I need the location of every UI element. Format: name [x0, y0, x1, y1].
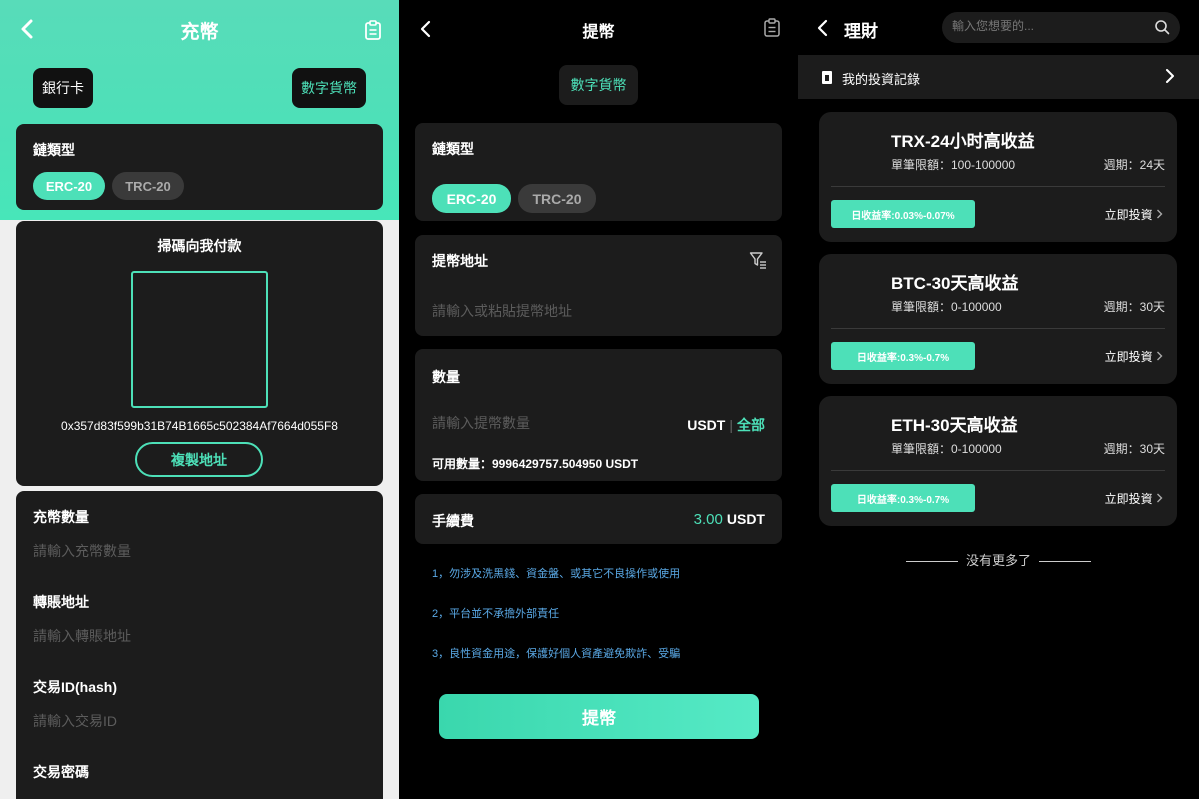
- fee-value: 3.00: [693, 511, 723, 528]
- fee-unit: USDT: [726, 511, 765, 527]
- chevron-right-icon: [1165, 69, 1175, 88]
- chain-option-trc20[interactable]: TRC-20: [112, 172, 184, 200]
- tab-bank-card[interactable]: 銀行卡: [33, 68, 93, 108]
- product-period: 週期：30天: [1103, 300, 1165, 314]
- search-bar: [942, 12, 1180, 43]
- product-card: ETH-30天高收益 單筆限額：0-100000 週期：30天 日收益率:0.3…: [819, 396, 1177, 526]
- tx-hash-input[interactable]: [33, 713, 363, 729]
- product-name: ETH-30天高收益: [891, 416, 1018, 435]
- chevron-right-icon: [1157, 493, 1163, 503]
- product-rate-badge: 日收益率:0.3%-0.7%: [831, 342, 975, 370]
- withdraw-address-input[interactable]: [432, 303, 762, 319]
- product-name: TRX-24小时高收益: [891, 132, 1035, 151]
- investment-records-row[interactable]: 我的投資記錄: [798, 55, 1199, 99]
- clipboard-icon[interactable]: [763, 18, 785, 40]
- invest-now-label: 立即投資: [1104, 208, 1153, 222]
- tx-hash-label: 交易ID(hash): [33, 679, 117, 695]
- product-rate-badge: 日收益率:0.3%-0.7%: [831, 484, 975, 512]
- notice-1: 1，勿涉及洗黑錢、資金盤、或其它不良操作或使用: [432, 568, 681, 580]
- qr-card: 掃碼向我付款 0x357d83f599b31B74B1665c502384Af7…: [16, 221, 383, 486]
- product-period: 週期：30天: [1103, 442, 1165, 456]
- chain-option-erc20[interactable]: ERC-20: [33, 172, 105, 200]
- deposit-screen: 充幣 銀行卡 數字貨幣 鏈類型 ERC-20 TRC-20 掃碼向我付款 0x3…: [0, 0, 399, 799]
- fee-value-group: 3.00 USDT: [694, 511, 765, 528]
- copy-address-button[interactable]: 複製地址: [135, 442, 263, 477]
- divider: [1039, 561, 1091, 563]
- fee-card: 手續費 3.00 USDT: [415, 494, 782, 544]
- withdraw-amount-input[interactable]: [432, 415, 662, 431]
- amount-unit: USDT: [687, 417, 726, 433]
- divider: [831, 328, 1165, 329]
- notice-3: 3，良性資金用途，保護好個人資產避免欺詐、受騙: [432, 648, 681, 660]
- investment-records-label: 我的投資記錄: [842, 72, 921, 87]
- product-limit: 單筆限額：100-100000: [891, 158, 1016, 172]
- back-arrow-icon[interactable]: [814, 17, 834, 39]
- search-input[interactable]: [952, 19, 1142, 33]
- amount-unit-group: USDT | 全部: [687, 415, 765, 435]
- withdraw-screen: 提幣 數字貨幣 鏈類型 ERC-20 TRC-20 提幣地址 數量 USDT|全…: [399, 0, 798, 799]
- product-limit: 單筆限額：0-100000: [891, 442, 1002, 456]
- qr-code: [131, 271, 268, 408]
- product-period: 週期：24天: [1103, 158, 1165, 172]
- chain-type-label: 鏈類型: [33, 142, 75, 158]
- product-card: BTC-30天高收益 單筆限額：0-100000 週期：30天 日收益率:0.3…: [819, 254, 1177, 384]
- document-icon: [822, 71, 832, 84]
- deposit-form: 充幣數量 轉賬地址 交易ID(hash) 交易密碼: [16, 491, 383, 799]
- divider: [831, 186, 1165, 187]
- invest-now-button[interactable]: 立即投資: [1105, 348, 1163, 365]
- withdraw-all-button[interactable]: 全部: [737, 417, 765, 433]
- deposit-topbar: 充幣: [0, 0, 399, 58]
- withdraw-submit-button[interactable]: 提幣: [439, 694, 759, 739]
- product-name: BTC-30天高收益: [891, 274, 1019, 293]
- from-address-label: 轉賬地址: [33, 594, 89, 610]
- divider: [831, 470, 1165, 471]
- withdraw-amount-card: 數量 USDT|全部 可用數量：9996429757.504950 USDT: [415, 349, 782, 481]
- chevron-right-icon: [1157, 351, 1163, 361]
- page-title: 充幣: [180, 22, 219, 43]
- invest-now-button[interactable]: 立即投資: [1105, 490, 1163, 507]
- chain-type-card: 鏈類型 ERC-20 TRC-20: [415, 123, 782, 221]
- qr-title: 掃碼向我付款: [157, 238, 242, 254]
- invest-now-label: 立即投資: [1104, 350, 1153, 364]
- page-title: 理財: [844, 22, 878, 41]
- fee-label: 手續費: [432, 513, 474, 529]
- amount-input[interactable]: [33, 543, 363, 559]
- no-more-footer: 没有更多了: [798, 550, 1199, 569]
- clipboard-icon[interactable]: [362, 19, 384, 41]
- address-book-icon[interactable]: [749, 251, 767, 269]
- invest-now-button[interactable]: 立即投資: [1105, 206, 1163, 223]
- unit-separator: |: [729, 417, 733, 433]
- chain-option-trc20[interactable]: TRC-20: [518, 184, 596, 213]
- product-limit: 單筆限額：0-100000: [891, 300, 1002, 314]
- tx-password-label: 交易密碼: [33, 764, 89, 780]
- chain-type-label: 鏈類型: [432, 141, 474, 157]
- available-balance: 可用數量：9996429757.504950 USDT: [432, 457, 639, 471]
- chain-option-erc20[interactable]: ERC-20: [432, 184, 511, 213]
- withdraw-address-card: 提幣地址: [415, 235, 782, 336]
- chain-type-card: 鏈類型 ERC-20 TRC-20: [16, 124, 383, 210]
- search-icon[interactable]: [1154, 19, 1170, 35]
- amount-label: 充幣數量: [33, 509, 89, 525]
- from-address-input[interactable]: [33, 628, 363, 644]
- tab-digital-currency[interactable]: 數字貨幣: [292, 68, 366, 108]
- withdraw-amount-label: 數量: [432, 369, 460, 385]
- no-more-label: 没有更多了: [965, 553, 1031, 568]
- tab-digital-currency[interactable]: 數字貨幣: [559, 65, 638, 105]
- divider: [905, 561, 958, 563]
- invest-screen: 理財 我的投資記錄 TRX-24小时高收益 單筆限額：100-100000 週期…: [798, 0, 1199, 799]
- page-title: 提幣: [582, 24, 615, 41]
- wallet-address: 0x357d83f599b31B74B1665c502384Af7664d055…: [61, 419, 338, 433]
- withdraw-address-label: 提幣地址: [432, 253, 488, 269]
- invest-now-label: 立即投資: [1104, 492, 1153, 506]
- product-card: TRX-24小时高收益 單筆限額：100-100000 週期：24天 日收益率:…: [819, 112, 1177, 242]
- chevron-right-icon: [1157, 209, 1163, 219]
- notice-2: 2，平台並不承擔外部責任: [432, 608, 560, 620]
- product-rate-badge: 日收益率:0.03%-0.07%: [831, 200, 975, 228]
